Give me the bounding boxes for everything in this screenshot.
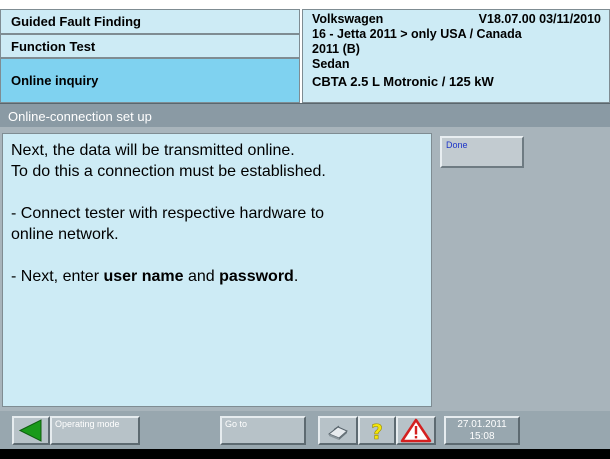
vehicle-model-year: 2011 (B) [312, 42, 360, 56]
vehicle-model: 16 - Jetta 2011 > only USA / Canada [312, 27, 522, 41]
goto-button[interactable]: Go to [220, 416, 306, 445]
back-arrow-icon [18, 419, 42, 442]
back-button[interactable] [12, 416, 50, 445]
warning-triangle-icon [400, 418, 432, 443]
printer-icon [328, 425, 348, 440]
date-time-display: 27.01.2011 15:08 [444, 416, 520, 445]
date-text: 27.01.2011 [457, 419, 507, 430]
message-line: online network. [11, 226, 119, 243]
header-online-inquiry: Online inquiry [0, 58, 300, 103]
operating-mode-label: Operating mode [55, 419, 120, 429]
question-mark-icon: ? [371, 420, 383, 443]
done-button[interactable]: Done [440, 136, 524, 168]
time-text: 15:08 [469, 431, 495, 442]
message-text-part: - Next, enter [11, 268, 104, 285]
vehicle-body: Sedan [312, 57, 350, 71]
message-text-part: and [183, 268, 220, 285]
section-title-bar: Online-connection set up [0, 103, 610, 127]
help-button[interactable]: ? [358, 416, 396, 445]
print-button[interactable] [318, 416, 358, 445]
header-guided-fault-finding: Guided Fault Finding [0, 9, 300, 34]
message-panel: Next, the data will be transmitted onlin… [2, 133, 432, 407]
message-text-part: . [293, 268, 299, 285]
vehicle-brand: Volkswagen [312, 12, 384, 26]
bottom-strip [0, 449, 610, 459]
goto-label: Go to [225, 419, 248, 429]
message-line: Next, the data will be transmitted onlin… [11, 142, 295, 159]
password-term: password [219, 268, 294, 285]
warning-button[interactable] [396, 416, 436, 445]
section-title: Online-connection set up [8, 109, 152, 124]
software-version: V18.07.00 03/11/2010 [478, 12, 601, 26]
operating-mode-button[interactable]: Operating mode [50, 416, 140, 445]
message-line: To do this a connection must be establis… [11, 163, 326, 180]
bottom-toolbar: Operating mode Go to ? 27.01.2011 15:08 [0, 411, 610, 449]
user-name-term: user name [103, 268, 184, 285]
vehicle-engine: CBTA 2.5 L Motronic / 125 kW [312, 74, 494, 89]
message-line: - Next, enter user name and password. [11, 266, 426, 287]
header-function-test: Function Test [0, 34, 300, 58]
svg-text:?: ? [371, 420, 383, 443]
message-text: Next, the data will be transmitted onlin… [11, 140, 426, 287]
vehicle-info-panel: Volkswagen V18.07.00 03/11/2010 16 - Jet… [302, 9, 610, 103]
done-button-label: Done [446, 140, 468, 150]
message-line: - Connect tester with respective hardwar… [11, 205, 325, 222]
